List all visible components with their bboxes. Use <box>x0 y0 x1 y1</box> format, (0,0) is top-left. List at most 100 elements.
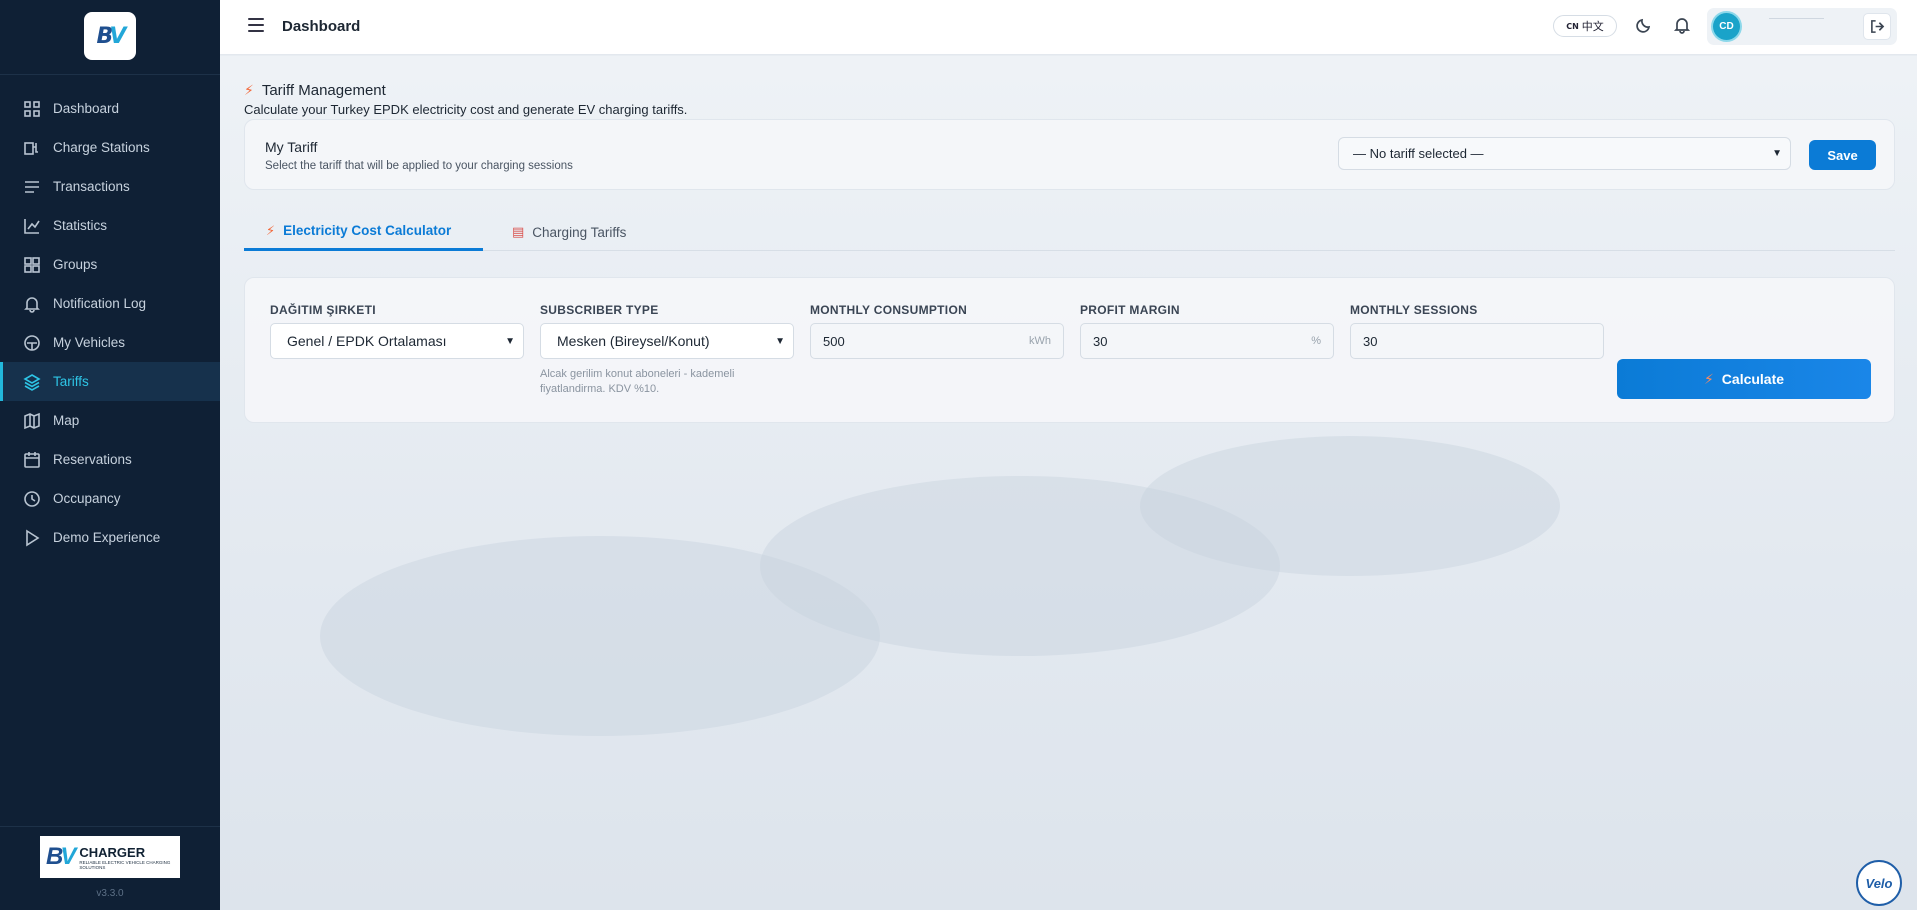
monthly-sessions-label: MONTHLY SESSIONS <box>1350 303 1478 317</box>
sidebar-item-label: Dashboard <box>53 101 120 116</box>
sidebar-bottom-divider <box>0 826 220 827</box>
monthly-sessions-value: 30 <box>1363 333 1378 349</box>
monthly-sessions-input[interactable]: 30 <box>1350 323 1604 359</box>
calculator-card: DAĞITIM ŞIRKETI Genel / EPDK Ortalaması … <box>244 277 1895 423</box>
my-tariff-description: Select the tariff that will be applied t… <box>265 160 573 172</box>
subscriber-type-select[interactable]: Mesken (Bireysel/Konut) ▼ <box>540 323 794 359</box>
subscriber-type-hint: Alcak gerilim konut aboneleri - kademeli… <box>540 368 735 395</box>
unit-label: % <box>1311 335 1321 347</box>
sidebar-item-reservations[interactable]: Reservations <box>0 440 220 479</box>
sidebar-item-groups[interactable]: Groups <box>0 245 220 284</box>
user-name-placeholder <box>1769 18 1824 19</box>
grid-icon <box>22 99 42 119</box>
tab-charging-tariffs[interactable]: ▤ Charging Tariffs <box>512 213 626 251</box>
sidebar-item-transactions[interactable]: Transactions <box>0 167 220 206</box>
unit-label: kWh <box>1029 335 1051 347</box>
map-icon <box>22 411 42 431</box>
sidebar-item-map[interactable]: Map <box>0 401 220 440</box>
play-icon <box>22 528 42 548</box>
tab-bar: ⚡ Electricity Cost Calculator ▤ Charging… <box>244 213 1895 251</box>
chevron-down-icon: ▼ <box>505 336 515 347</box>
sidebar-item-label: My Vehicles <box>53 335 126 350</box>
sidebar-item-label: Charge Stations <box>53 140 150 155</box>
sidebar-item-demo-experience[interactable]: Demo Experience <box>0 518 220 557</box>
lightning-icon: ⚡ <box>244 82 254 98</box>
sidebar-item-label: Reservations <box>53 452 132 467</box>
clock-icon <box>22 489 42 509</box>
calculate-button-label: Calculate <box>1721 371 1785 387</box>
chart-line-icon <box>22 216 42 236</box>
tab-label: Charging Tariffs <box>532 224 627 240</box>
tariff-select[interactable]: — No tariff selected — ▼ <box>1338 137 1791 170</box>
sidebar-item-label: Tariffs <box>53 374 89 389</box>
plug-icon <box>22 138 42 158</box>
bv-logo-icon: BV <box>46 843 76 870</box>
tariff-select-value: — No tariff selected — <box>1353 146 1484 161</box>
chevron-down-icon: ▼ <box>1772 148 1782 159</box>
header-title: Dashboard <box>282 18 361 35</box>
sidebar-item-label: Occupancy <box>53 491 121 506</box>
distribution-value: Genel / EPDK Ortalaması <box>287 333 447 349</box>
top-header: Dashboard CN 中文 CD <box>220 0 1917 55</box>
save-button[interactable]: Save <box>1809 140 1876 170</box>
velo-badge[interactable]: Velo <box>1856 860 1902 906</box>
sidebar-item-occupancy[interactable]: Occupancy <box>0 479 220 518</box>
sidebar-item-label: Map <box>53 413 80 428</box>
groups-grid-icon <box>22 255 42 275</box>
language-code: CN <box>1566 21 1579 31</box>
my-tariff-label: My Tariff <box>265 139 318 155</box>
chevron-down-icon: ▼ <box>775 336 785 347</box>
bell-icon <box>22 294 42 314</box>
lightning-icon: ⚡ <box>1703 370 1714 387</box>
section-title: ⚡ Tariff Management <box>244 82 386 99</box>
sidebar: BV Dashboard Charge Stations Transaction… <box>0 0 220 910</box>
app-version: v3.3.0 <box>96 888 124 899</box>
tab-electricity-cost-calculator[interactable]: ⚡ Electricity Cost Calculator <box>244 213 483 251</box>
profit-margin-input[interactable]: 30 % <box>1080 323 1334 359</box>
bv-logo-icon: BV <box>96 23 127 49</box>
sidebar-nav: Dashboard Charge Stations Transactions S… <box>0 89 220 557</box>
sidebar-item-tariffs[interactable]: Tariffs <box>0 362 220 401</box>
sidebar-item-my-vehicles[interactable]: My Vehicles <box>0 323 220 362</box>
brand-tagline: RELIABLE ELECTRIC VEHICLE CHARGING SOLUT… <box>79 859 171 870</box>
bell-icon[interactable] <box>1673 16 1693 36</box>
layers-icon <box>22 372 42 392</box>
monthly-consumption-input[interactable]: 500 kWh <box>810 323 1064 359</box>
monthly-consumption-label: MONTHLY CONSUMPTION <box>810 303 968 317</box>
sidebar-item-label: Notification Log <box>53 296 147 311</box>
sidebar-item-label: Statistics <box>53 218 108 233</box>
language-switch-button[interactable]: CN 中文 <box>1553 15 1617 37</box>
my-tariff-card: My Tariff Select the tariff that will be… <box>244 119 1895 190</box>
subscriber-type-value: Mesken (Bireysel/Konut) <box>557 333 710 349</box>
section-subtitle: Calculate your Turkey EPDK electricity c… <box>244 102 688 117</box>
avatar[interactable]: CD <box>1713 13 1740 40</box>
section-title-text: Tariff Management <box>261 82 386 99</box>
list-icon <box>22 177 42 197</box>
language-label: 中文 <box>1581 20 1604 33</box>
sidebar-item-statistics[interactable]: Statistics <box>0 206 220 245</box>
distribution-select[interactable]: Genel / EPDK Ortalaması ▼ <box>270 323 524 359</box>
sidebar-item-label: Groups <box>53 257 98 272</box>
sidebar-item-label: Demo Experience <box>53 530 161 545</box>
moon-icon[interactable] <box>1635 16 1655 36</box>
tab-label: Electricity Cost Calculator <box>283 223 452 238</box>
sidebar-item-dashboard[interactable]: Dashboard <box>0 89 220 128</box>
user-menu[interactable]: CD <box>1707 8 1897 45</box>
clipboard-icon: ▤ <box>512 224 525 239</box>
logout-icon <box>1870 20 1884 33</box>
sidebar-item-charge-stations[interactable]: Charge Stations <box>0 128 220 167</box>
sidebar-item-label: Transactions <box>53 179 130 194</box>
profit-margin-value: 30 <box>1093 333 1108 349</box>
calendar-icon <box>22 450 42 470</box>
sidebar-divider <box>0 74 220 75</box>
sidebar-item-notification-log[interactable]: Notification Log <box>0 284 220 323</box>
calculate-button[interactable]: ⚡ Calculate <box>1617 359 1871 399</box>
lightning-icon: ⚡ <box>266 222 276 238</box>
app-logo[interactable]: BV <box>84 12 136 60</box>
logout-button[interactable] <box>1863 13 1891 40</box>
menu-toggle-icon[interactable] <box>248 18 264 32</box>
subscriber-type-label: SUBSCRIBER TYPE <box>540 303 659 317</box>
car-icon <box>22 333 42 353</box>
monthly-consumption-value: 500 <box>823 333 845 349</box>
distribution-label: DAĞITIM ŞIRKETI <box>270 303 376 317</box>
